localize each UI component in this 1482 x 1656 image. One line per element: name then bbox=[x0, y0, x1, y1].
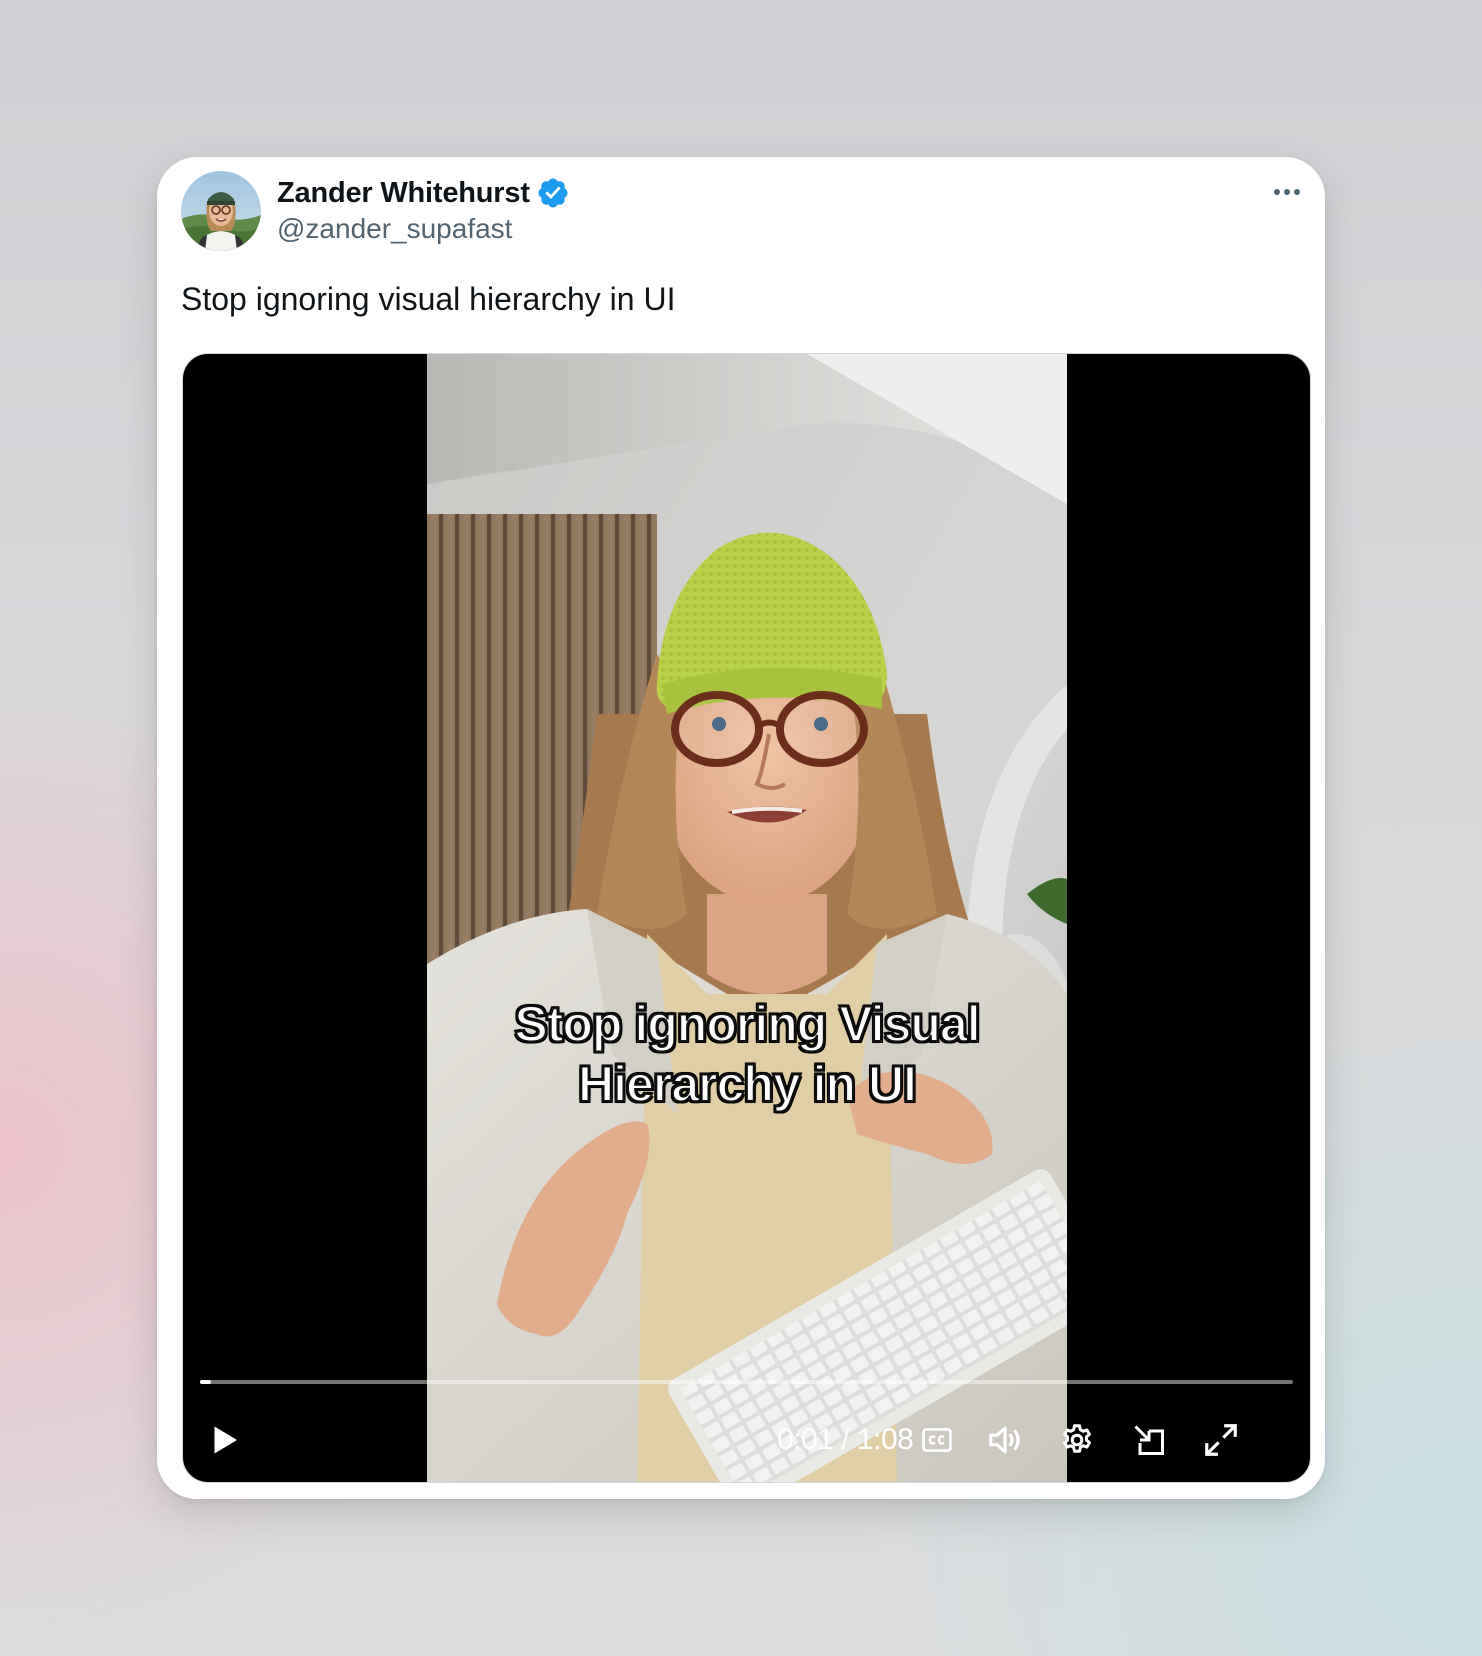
video-time: 0:01 / 1:08 bbox=[777, 1423, 914, 1457]
time-total: 1:08 bbox=[856, 1423, 914, 1456]
avatar[interactable] bbox=[181, 171, 261, 251]
verified-badge-icon bbox=[538, 178, 568, 208]
volume-button[interactable] bbox=[983, 1418, 1027, 1462]
author-handle[interactable]: @zander_supafast bbox=[277, 213, 512, 245]
fullscreen-icon bbox=[1205, 1424, 1237, 1456]
video-controls: 0:01 / 1:08 bbox=[183, 1404, 1310, 1474]
author-name[interactable]: Zander Whitehurst bbox=[277, 177, 530, 210]
play-icon bbox=[214, 1426, 237, 1454]
closed-captions-icon bbox=[922, 1427, 952, 1453]
video-progress-bar[interactable] bbox=[200, 1380, 1293, 1384]
video-caption: Stop ignoring Visual Hierarchy in UI bbox=[427, 994, 1067, 1114]
time-current: 0:01 bbox=[777, 1423, 834, 1456]
video-caption-line1: Stop ignoring Visual bbox=[513, 995, 981, 1053]
video-frame[interactable]: Stop ignoring Visual Hierarchy in UI bbox=[427, 354, 1067, 1482]
pop-out-icon bbox=[1134, 1425, 1164, 1455]
avatar-image bbox=[181, 171, 261, 251]
settings-icon bbox=[1063, 1424, 1091, 1453]
tweet-card: Zander Whitehurst @zander_supafast Stop … bbox=[157, 157, 1325, 1499]
fullscreen-button[interactable] bbox=[1199, 1418, 1243, 1462]
tweet-text: Stop ignoring visual hierarchy in UI bbox=[181, 281, 676, 317]
settings-button[interactable] bbox=[1055, 1418, 1099, 1462]
captions-button[interactable] bbox=[915, 1418, 959, 1462]
play-button[interactable] bbox=[203, 1418, 247, 1462]
volume-icon bbox=[989, 1426, 1020, 1454]
pop-out-button[interactable] bbox=[1127, 1418, 1171, 1462]
author-row: Zander Whitehurst bbox=[277, 173, 570, 213]
video-thumbnail bbox=[427, 354, 1067, 1482]
more-options-icon[interactable] bbox=[1265, 177, 1309, 207]
video-player[interactable]: Stop ignoring Visual Hierarchy in UI 0:0… bbox=[182, 353, 1311, 1483]
time-separator: / bbox=[841, 1423, 850, 1456]
video-caption-line2: Hierarchy in UI bbox=[577, 1055, 918, 1113]
video-progress-fill bbox=[200, 1380, 211, 1384]
